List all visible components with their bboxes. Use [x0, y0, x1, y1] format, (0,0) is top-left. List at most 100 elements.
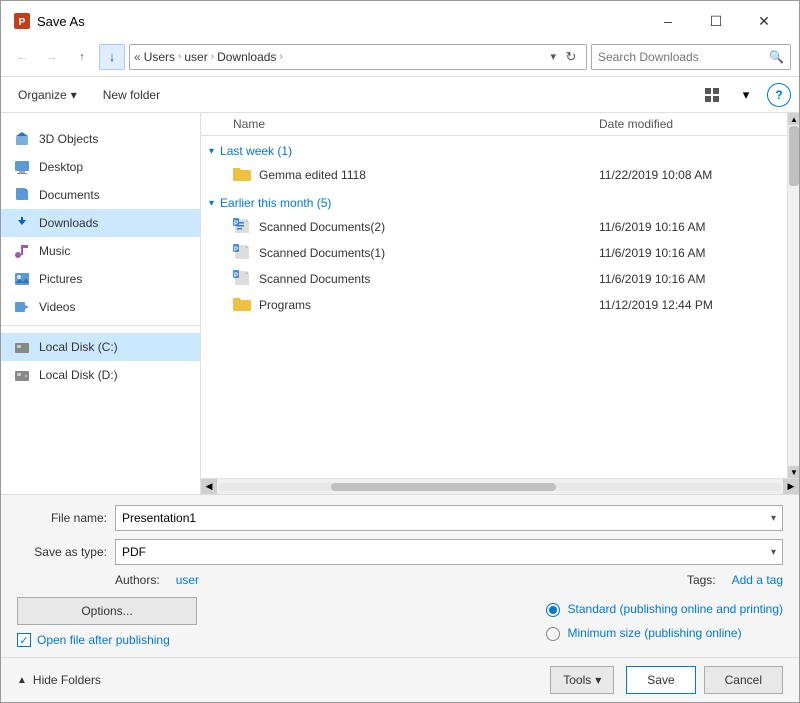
- refresh-button[interactable]: ↻: [560, 46, 582, 68]
- pictures-icon: [13, 270, 31, 288]
- search-box[interactable]: 🔍: [591, 44, 791, 70]
- open-after-row[interactable]: ✓ Open file after publishing: [17, 633, 510, 647]
- file-list-scroll-area: Name Date modified ▾ Last week (1): [201, 113, 799, 478]
- new-folder-button[interactable]: New folder: [94, 84, 169, 106]
- scan-icon-2: P: [233, 218, 251, 236]
- file-item-scanned0[interactable]: P Scanned Documents 11/6/2019 10:16 AM: [201, 266, 787, 292]
- savetype-dropdown-arrow: ▾: [771, 547, 776, 558]
- scan-icon-0: P: [233, 270, 251, 288]
- address-bar[interactable]: « Users › user › Downloads › ▾ ↻: [129, 44, 587, 70]
- vertical-scrollbar[interactable]: ▲ ▼: [787, 113, 799, 478]
- standard-radio-option[interactable]: Standard (publishing online and printing…: [546, 602, 783, 618]
- sidebar-item-desktop[interactable]: Desktop: [1, 153, 200, 181]
- open-after-checkbox[interactable]: ✓: [17, 633, 31, 647]
- search-input[interactable]: [598, 50, 765, 64]
- filename-row: File name: Presentation1 ▾: [17, 505, 783, 531]
- help-button[interactable]: ?: [767, 83, 791, 107]
- options-button[interactable]: Options...: [17, 597, 197, 625]
- action-left: Options... ✓ Open file after publishing: [17, 597, 510, 647]
- group-last-week[interactable]: ▾ Last week (1): [201, 136, 787, 162]
- cancel-button[interactable]: Cancel: [704, 666, 783, 694]
- file-item-scanned1[interactable]: P Scanned Documents(1) 11/6/2019 10:16 A…: [201, 240, 787, 266]
- sidebar-item-pictures[interactable]: Pictures: [1, 265, 200, 293]
- checkbox-check-icon: ✓: [19, 634, 28, 647]
- back-button[interactable]: ←: [9, 44, 35, 70]
- forward-button[interactable]: →: [39, 44, 65, 70]
- sidebar-item-local-c[interactable]: Local Disk (C:): [1, 333, 200, 361]
- sep1: ›: [178, 51, 181, 62]
- standard-radio-button[interactable]: [546, 603, 560, 617]
- action-row: Options... ✓ Open file after publishing …: [17, 597, 783, 647]
- col-date-header[interactable]: Date modified: [599, 117, 779, 131]
- scroll-down-button[interactable]: ▼: [788, 466, 799, 478]
- sidebar-item-documents[interactable]: Documents: [1, 181, 200, 209]
- save-button[interactable]: Save: [626, 666, 695, 694]
- standard-radio-dot: [549, 606, 557, 614]
- sidebar-item-videos[interactable]: Videos: [1, 293, 200, 321]
- minimum-radio-option[interactable]: Minimum size (publishing online): [546, 626, 783, 642]
- add-tag-link[interactable]: Add a tag: [732, 573, 783, 587]
- app-icon: P: [13, 12, 31, 30]
- main-area: 3D Objects Desktop: [1, 113, 799, 494]
- group-earlier-month[interactable]: ▾ Earlier this month (5): [201, 188, 787, 214]
- action-right: Standard (publishing online and printing…: [526, 602, 783, 641]
- save-as-dialog: P Save As – ☐ ✕ ← → ↑ ↓ « Users › user ›…: [0, 0, 800, 703]
- window-controls: – ☐ ✕: [645, 7, 787, 35]
- local-c-icon: [13, 338, 31, 356]
- desktop-icon: [13, 158, 31, 176]
- close-button[interactable]: ✕: [741, 7, 787, 35]
- videos-icon: [13, 298, 31, 316]
- navigation-pane: 3D Objects Desktop: [1, 113, 201, 494]
- scan-icon-1: P: [233, 244, 251, 262]
- meta-row: Authors: user Tags: Add a tag: [17, 573, 783, 587]
- view-toggle-button[interactable]: [699, 82, 725, 108]
- file-list-header: Name Date modified: [201, 113, 787, 136]
- tools-button[interactable]: Tools ▾: [550, 666, 614, 694]
- authors-value[interactable]: user: [176, 573, 199, 587]
- svg-text:P: P: [19, 17, 26, 28]
- folder-icon-gemma: [233, 166, 251, 184]
- file-item-scanned2[interactable]: P Scanned Documents(2) 11/6/2019 10:16 A…: [201, 214, 787, 240]
- file-list: Name Date modified ▾ Last week (1): [201, 113, 787, 478]
- maximize-button[interactable]: ☐: [693, 7, 739, 35]
- file-item-programs[interactable]: Programs 11/12/2019 12:44 PM: [201, 292, 787, 318]
- filename-dropdown[interactable]: Presentation1 ▾: [115, 505, 783, 531]
- sidebar-item-local-d[interactable]: Local Disk (D:): [1, 361, 200, 389]
- file-item-gemma[interactable]: Gemma edited 1118 11/22/2019 10:08 AM: [201, 162, 787, 188]
- title-bar: P Save As – ☐ ✕: [1, 1, 799, 37]
- h-scroll-right-button[interactable]: ▶: [783, 479, 799, 495]
- minimize-button[interactable]: –: [645, 7, 691, 35]
- current-folder: Downloads: [217, 50, 276, 64]
- scroll-up-button[interactable]: ▲: [788, 113, 799, 125]
- filename-dropdown-arrow: ▾: [771, 513, 776, 524]
- music-icon: [13, 242, 31, 260]
- downloads-icon: ↓: [99, 44, 125, 70]
- tools-arrow-icon: ▾: [595, 673, 601, 687]
- sep2: ›: [211, 51, 214, 62]
- local-d-icon: [13, 366, 31, 384]
- sidebar-item-music[interactable]: Music: [1, 237, 200, 265]
- sidebar-item-3d-objects[interactable]: 3D Objects: [1, 125, 200, 153]
- standard-label: Standard (publishing online and printing…: [568, 602, 783, 618]
- toolbar: Organize ▾ New folder ▾ ?: [1, 77, 799, 113]
- scroll-track: [788, 125, 799, 466]
- folder-icon-programs: [233, 296, 251, 314]
- savetype-row: Save as type: PDF ▾: [17, 539, 783, 565]
- col-name-header[interactable]: Name: [209, 117, 599, 131]
- savetype-dropdown[interactable]: PDF ▾: [115, 539, 783, 565]
- view-dropdown-button[interactable]: ▾: [733, 82, 759, 108]
- organize-button[interactable]: Organize ▾: [9, 84, 86, 106]
- scroll-thumb[interactable]: [789, 126, 799, 186]
- h-scroll-thumb[interactable]: [331, 483, 556, 491]
- sidebar-item-downloads[interactable]: Downloads: [1, 209, 200, 237]
- 3d-objects-icon: [13, 130, 31, 148]
- up-button[interactable]: ↑: [69, 44, 95, 70]
- hide-folders-button[interactable]: ▲ Hide Folders: [17, 673, 101, 687]
- minimum-label: Minimum size (publishing online): [568, 626, 742, 642]
- h-scroll-left-button[interactable]: ◀: [201, 479, 217, 495]
- address-dropdown-button[interactable]: ▾: [550, 50, 556, 63]
- minimum-radio-button[interactable]: [546, 627, 560, 641]
- bottom-form-area: File name: Presentation1 ▾ Save as type:…: [1, 494, 799, 657]
- hide-folders-arrow-icon: ▲: [17, 675, 27, 686]
- horizontal-scrollbar[interactable]: ◀ ▶: [201, 478, 799, 494]
